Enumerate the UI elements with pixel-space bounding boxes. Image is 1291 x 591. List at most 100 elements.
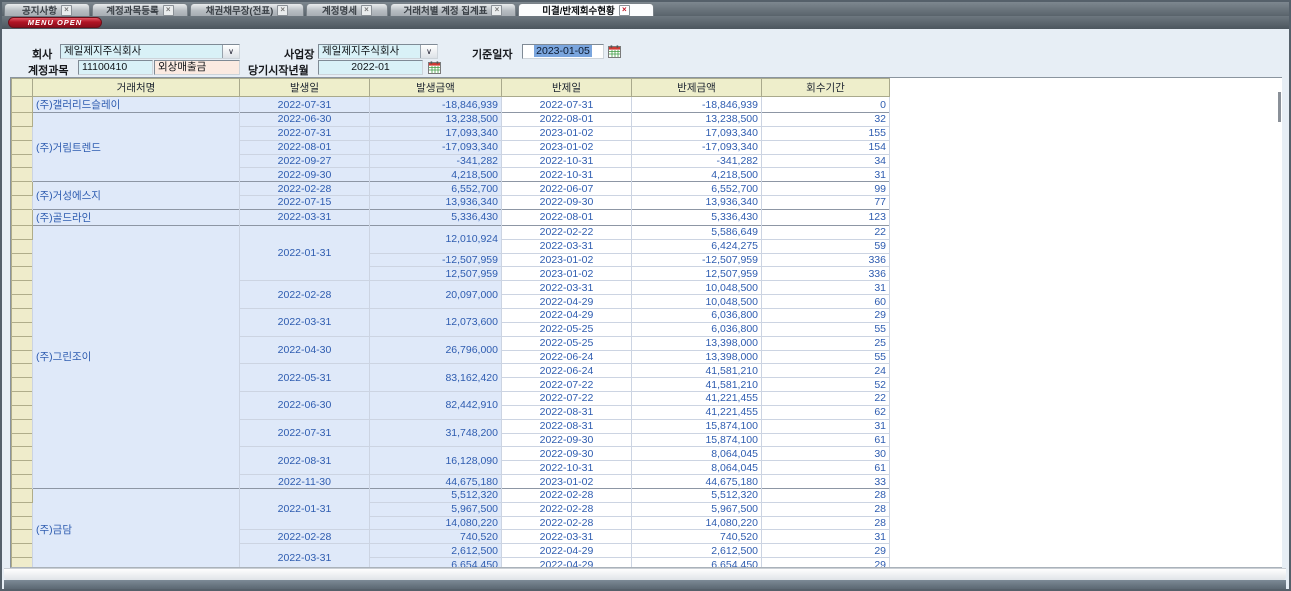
occur-date-cell[interactable]: 2022-03-31	[240, 544, 370, 568]
collect-period-cell[interactable]: 336	[762, 267, 890, 281]
collect-period-cell[interactable]: 22	[762, 392, 890, 406]
collect-period-cell[interactable]: 336	[762, 253, 890, 267]
settle-amount-cell[interactable]: 10,048,500	[632, 281, 762, 295]
occur-amount-cell[interactable]: -17,093,340	[370, 140, 502, 154]
row-header[interactable]	[12, 392, 33, 406]
row-header[interactable]	[12, 461, 33, 475]
settle-date-cell[interactable]: 2022-03-31	[502, 239, 632, 253]
settle-date-cell[interactable]: 2022-08-31	[502, 419, 632, 433]
settle-amount-cell[interactable]: 10,048,500	[632, 295, 762, 309]
column-header[interactable]: 발생금액	[370, 79, 502, 97]
settle-amount-cell[interactable]: 5,512,320	[632, 488, 762, 502]
occur-amount-cell[interactable]: -12,507,959	[370, 253, 502, 267]
settle-amount-cell[interactable]: 8,064,045	[632, 447, 762, 461]
row-header[interactable]	[12, 281, 33, 295]
settle-date-cell[interactable]: 2023-01-02	[502, 253, 632, 267]
tab[interactable]: 거래처별 계정 집계표×	[390, 3, 516, 16]
occur-amount-cell[interactable]: 13,936,340	[370, 196, 502, 210]
column-header[interactable]: 반제금액	[632, 79, 762, 97]
collect-period-cell[interactable]: 28	[762, 516, 890, 530]
row-header[interactable]	[12, 154, 33, 168]
customer-cell[interactable]: (주)갤러리드슬레이	[33, 97, 240, 113]
row-header[interactable]	[12, 350, 33, 364]
column-header[interactable]: 회수기간	[762, 79, 890, 97]
row-header[interactable]	[12, 295, 33, 309]
occur-amount-cell[interactable]: 13,238,500	[370, 113, 502, 127]
row-header[interactable]	[12, 209, 33, 225]
row-header[interactable]	[12, 364, 33, 378]
row-header[interactable]	[12, 530, 33, 544]
settle-date-cell[interactable]: 2023-01-02	[502, 475, 632, 489]
settle-amount-cell[interactable]: 2,612,500	[632, 544, 762, 558]
collect-period-cell[interactable]: 61	[762, 461, 890, 475]
settle-amount-cell[interactable]: 6,654,450	[632, 558, 762, 568]
occur-date-cell[interactable]: 2022-01-31	[240, 225, 370, 280]
settle-amount-cell[interactable]: 15,874,100	[632, 433, 762, 447]
row-header[interactable]	[12, 419, 33, 433]
settle-date-cell[interactable]: 2022-07-31	[502, 97, 632, 113]
settle-date-cell[interactable]: 2022-02-28	[502, 516, 632, 530]
settle-date-cell[interactable]: 2022-04-29	[502, 308, 632, 322]
settle-amount-cell[interactable]: -17,093,340	[632, 140, 762, 154]
tab[interactable]: 계정명세×	[306, 3, 388, 16]
settle-amount-cell[interactable]: 6,424,275	[632, 239, 762, 253]
collect-period-cell[interactable]: 29	[762, 544, 890, 558]
row-header[interactable]	[12, 544, 33, 558]
collect-period-cell[interactable]: 28	[762, 488, 890, 502]
occur-date-cell[interactable]: 2022-07-31	[240, 126, 370, 140]
settle-amount-cell[interactable]: 41,581,210	[632, 364, 762, 378]
tab-close-icon[interactable]: ×	[277, 5, 288, 16]
collect-period-cell[interactable]: 99	[762, 182, 890, 196]
settle-amount-cell[interactable]: 17,093,340	[632, 126, 762, 140]
column-header[interactable]: 반제일	[502, 79, 632, 97]
vertical-scrollbar[interactable]	[1278, 92, 1281, 122]
occur-amount-cell[interactable]: 5,336,430	[370, 209, 502, 225]
collect-period-cell[interactable]: 31	[762, 419, 890, 433]
occur-date-cell[interactable]: 2022-02-28	[240, 281, 370, 309]
settle-amount-cell[interactable]: 13,398,000	[632, 350, 762, 364]
collect-period-cell[interactable]: 31	[762, 281, 890, 295]
row-header[interactable]	[12, 475, 33, 489]
collect-period-cell[interactable]: 29	[762, 308, 890, 322]
row-header[interactable]	[12, 97, 33, 113]
settle-amount-cell[interactable]: -341,282	[632, 154, 762, 168]
settle-date-cell[interactable]: 2022-10-31	[502, 461, 632, 475]
settle-date-cell[interactable]: 2022-07-22	[502, 378, 632, 392]
occur-amount-cell[interactable]: 6,552,700	[370, 182, 502, 196]
settle-amount-cell[interactable]: 5,586,649	[632, 225, 762, 239]
settle-date-cell[interactable]: 2022-04-29	[502, 544, 632, 558]
occur-date-cell[interactable]: 2022-02-28	[240, 182, 370, 196]
settle-amount-cell[interactable]: 8,064,045	[632, 461, 762, 475]
tab-close-icon[interactable]: ×	[361, 5, 372, 16]
settle-date-cell[interactable]: 2022-02-28	[502, 488, 632, 502]
collect-period-cell[interactable]: 33	[762, 475, 890, 489]
customer-cell[interactable]: (주)그린조이	[33, 225, 240, 488]
settle-date-cell[interactable]: 2022-06-24	[502, 350, 632, 364]
settle-date-cell[interactable]: 2022-06-24	[502, 364, 632, 378]
settle-date-cell[interactable]: 2022-09-30	[502, 433, 632, 447]
occur-amount-cell[interactable]: -341,282	[370, 154, 502, 168]
settle-amount-cell[interactable]: 13,398,000	[632, 336, 762, 350]
row-header[interactable]	[12, 267, 33, 281]
collect-period-cell[interactable]: 61	[762, 433, 890, 447]
occur-amount-cell[interactable]: 26,796,000	[370, 336, 502, 364]
settle-amount-cell[interactable]: 6,036,800	[632, 308, 762, 322]
row-header[interactable]	[12, 308, 33, 322]
row-header[interactable]	[12, 168, 33, 182]
occur-amount-cell[interactable]: 5,512,320	[370, 488, 502, 502]
occur-date-cell[interactable]: 2022-05-31	[240, 364, 370, 392]
settle-date-cell[interactable]: 2022-06-07	[502, 182, 632, 196]
row-header[interactable]	[12, 196, 33, 210]
settle-amount-cell[interactable]: 5,967,500	[632, 502, 762, 516]
occur-amount-cell[interactable]: 5,967,500	[370, 502, 502, 516]
calendar-icon[interactable]	[428, 61, 441, 74]
tab-close-icon[interactable]: ×	[163, 5, 174, 16]
collect-period-cell[interactable]: 31	[762, 168, 890, 182]
tab-close-icon[interactable]: ×	[61, 5, 72, 16]
column-header[interactable]: 발생일	[240, 79, 370, 97]
settle-amount-cell[interactable]: 41,221,455	[632, 405, 762, 419]
settle-date-cell[interactable]: 2022-03-31	[502, 281, 632, 295]
row-header[interactable]	[12, 336, 33, 350]
occur-date-cell[interactable]: 2022-07-31	[240, 419, 370, 447]
occur-date-cell[interactable]: 2022-08-01	[240, 140, 370, 154]
